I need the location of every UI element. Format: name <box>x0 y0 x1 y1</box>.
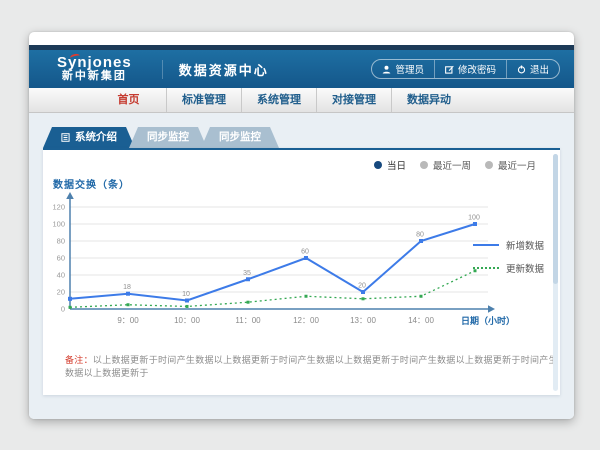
scrollbar-thumb[interactable] <box>553 154 558 284</box>
footnote-text: 以上数据更新于时间产生数据以上数据更新于时间产生数据以上数据更新于时间产生数据以… <box>65 355 558 378</box>
logout-button[interactable]: 退出 <box>506 60 559 78</box>
svg-text:12：00: 12：00 <box>293 316 319 325</box>
tab-sync-monitor-2[interactable]: 同步监控 <box>201 127 279 148</box>
tab-bar: 系统介绍 同步监控 同步监控 <box>43 127 574 148</box>
change-password-label: 修改密码 <box>458 62 496 76</box>
tab-sync-monitor-1-label: 同步监控 <box>147 127 189 148</box>
svg-text:80: 80 <box>57 237 65 246</box>
radio-last-month[interactable]: 最近一月 <box>485 158 536 172</box>
chart-panel: 当日 最近一周 最近一月 数据交换（条） 0 20 40 60 80 100 120 9：00… <box>43 148 560 395</box>
legend-updated-data-label: 更新数据 <box>506 261 544 275</box>
legend-line-solid-icon <box>473 244 499 246</box>
main-window: Synjones 新中新集团 数据资源中心 管理员 修改密码 退出 首页 标准管… <box>29 32 574 419</box>
nav-item-standard-mgmt[interactable]: 标准管理 <box>166 88 241 112</box>
svg-text:80: 80 <box>416 232 424 239</box>
svg-text:10: 10 <box>182 291 190 298</box>
nav-item-home[interactable]: 首页 <box>91 88 166 112</box>
legend-item-new-data: 新增数据 <box>473 238 544 252</box>
period-radio-group: 当日 最近一周 最近一月 <box>374 158 536 172</box>
admin-user-label: 管理员 <box>395 62 424 76</box>
user-icon <box>382 65 391 74</box>
svg-text:100: 100 <box>468 215 480 222</box>
svg-text:11：00: 11：00 <box>235 316 261 325</box>
user-actions: 管理员 修改密码 退出 <box>371 59 560 79</box>
radio-last-week[interactable]: 最近一周 <box>420 158 471 172</box>
svg-text:35: 35 <box>243 270 251 277</box>
legend-line-dotted-icon <box>473 267 499 269</box>
svg-text:9：00: 9：00 <box>117 316 139 325</box>
svg-text:日期（小时）: 日期（小时） <box>461 315 515 326</box>
radio-today-label: 当日 <box>387 158 406 172</box>
change-password-button[interactable]: 修改密码 <box>434 60 506 78</box>
radio-today[interactable]: 当日 <box>374 158 406 172</box>
svg-text:100: 100 <box>52 220 65 229</box>
svg-text:20: 20 <box>57 288 65 297</box>
admin-user-button[interactable]: 管理员 <box>372 60 434 78</box>
svg-text:14：00: 14：00 <box>408 316 434 325</box>
svg-text:10：00: 10：00 <box>174 316 200 325</box>
radio-last-week-label: 最近一周 <box>433 158 471 172</box>
edit-icon <box>445 65 454 74</box>
radio-dot-selected-icon <box>374 161 382 169</box>
legend-item-updated-data: 更新数据 <box>473 261 544 275</box>
tab-system-intro[interactable]: 系统介绍 <box>43 127 135 148</box>
panel-scrollbar[interactable] <box>553 154 558 391</box>
svg-text:18: 18 <box>123 284 131 291</box>
logout-label: 退出 <box>530 62 549 76</box>
chart-y-axis-title: 数据交换（条） <box>53 176 130 191</box>
svg-text:60: 60 <box>57 254 65 263</box>
footnote-label: 备注： <box>65 355 93 365</box>
main-nav: 首页 标准管理 系统管理 对接管理 数据异动 <box>29 88 574 113</box>
logo-text-en: Synjones <box>57 55 132 71</box>
tab-sync-monitor-2-label: 同步监控 <box>219 127 261 148</box>
power-icon <box>517 65 526 74</box>
data-exchange-line-chart: 0 20 40 60 80 100 120 9：00 10：00 11：00 12：00 13：00 1… <box>48 192 518 332</box>
app-header: Synjones 新中新集团 数据资源中心 管理员 修改密码 退出 <box>29 50 574 88</box>
tab-system-intro-label: 系统介绍 <box>75 127 117 148</box>
radio-last-month-label: 最近一月 <box>498 158 536 172</box>
nav-item-interface-mgmt[interactable]: 对接管理 <box>316 88 391 112</box>
radio-dot-icon <box>485 161 493 169</box>
footnote: 备注：以上数据更新于时间产生数据以上数据更新于时间产生数据以上数据更新于时间产生… <box>65 353 560 379</box>
svg-text:13：00: 13：00 <box>350 316 376 325</box>
radio-dot-icon <box>420 161 428 169</box>
svg-text:0: 0 <box>61 305 65 314</box>
nav-item-data-change[interactable]: 数据异动 <box>391 88 466 112</box>
svg-text:40: 40 <box>57 271 65 280</box>
page-title: 数据资源中心 <box>162 60 269 79</box>
document-icon <box>61 133 70 142</box>
content-area: 系统介绍 同步监控 同步监控 当日 最近一周 <box>29 113 574 419</box>
svg-text:120: 120 <box>52 203 65 212</box>
tab-sync-monitor-1[interactable]: 同步监控 <box>129 127 207 148</box>
legend-new-data-label: 新增数据 <box>506 238 544 252</box>
svg-text:60: 60 <box>301 249 309 256</box>
nav-item-system-mgmt[interactable]: 系统管理 <box>241 88 316 112</box>
chart-legend: 新增数据 更新数据 <box>473 238 544 284</box>
logo-text-cn: 新中新集团 <box>57 71 132 83</box>
company-logo: Synjones 新中新集团 <box>57 55 148 82</box>
svg-text:20: 20 <box>358 283 366 290</box>
